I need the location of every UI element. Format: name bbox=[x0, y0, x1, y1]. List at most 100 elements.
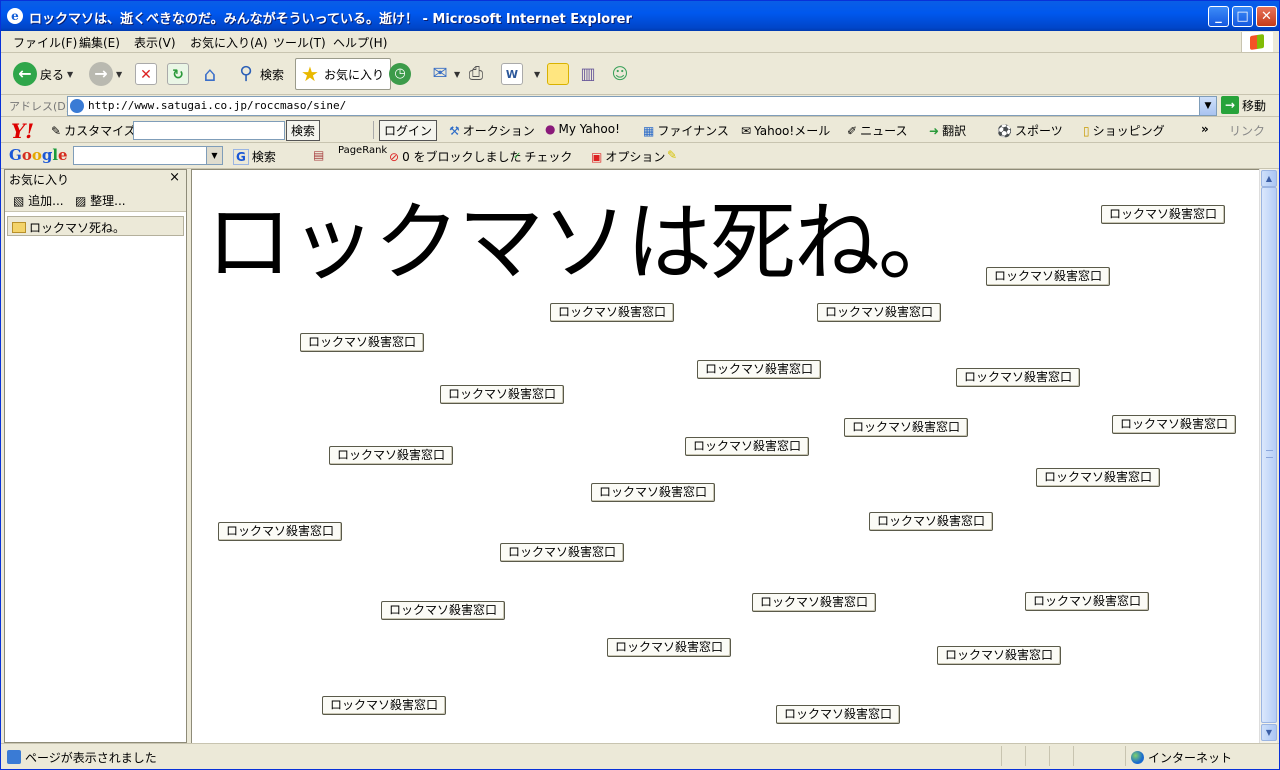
google-toolbar: Google ▼ G 検索 ▤ PageRank ⊘ 0 をブロックしました ✓ チェ… bbox=[1, 143, 1279, 169]
yahoo-login-button[interactable]: ログイン bbox=[379, 120, 438, 141]
kill-counter-button[interactable]: ロックマソ殺害窓口 bbox=[1112, 415, 1236, 434]
kill-counter-button[interactable]: ロックマソ殺害窓口 bbox=[869, 512, 993, 531]
globe-icon bbox=[1131, 751, 1144, 764]
spell-check-button[interactable]: ✓ チェック bbox=[513, 148, 572, 165]
kill-counter-button[interactable]: ロックマソ殺害窓口 bbox=[697, 360, 821, 379]
kill-counter-button[interactable]: ロックマソ殺害窓口 bbox=[817, 303, 941, 322]
popup-blocker[interactable]: ⊘ 0 をブロックしました bbox=[389, 148, 522, 165]
google-logo[interactable]: Google bbox=[9, 146, 68, 164]
yahoo-translate[interactable]: ➜ 翻訳 bbox=[929, 122, 966, 139]
favorites-tools: ▧ 追加... ▨ 整理... bbox=[5, 188, 186, 212]
yahoo-auction[interactable]: ⚒ オークション bbox=[449, 122, 535, 139]
address-input[interactable]: http://www.satugai.co.jp/roccmaso/sine/ … bbox=[67, 96, 1217, 116]
kill-counter-button[interactable]: ロックマソ殺害窓口 bbox=[440, 385, 564, 404]
kill-counter-button[interactable]: ロックマソ殺害窓口 bbox=[1036, 468, 1160, 487]
edit-button[interactable]: W ▼ bbox=[501, 58, 540, 90]
pagerank-indicator[interactable]: PageRank bbox=[338, 145, 387, 156]
menu-view[interactable]: 表示(V) bbox=[134, 34, 176, 51]
kill-counter-button[interactable]: ロックマソ殺害窓口 bbox=[322, 696, 446, 715]
kill-counter-button[interactable]: ロックマソ殺害窓口 bbox=[329, 446, 453, 465]
menu-favorites[interactable]: お気に入り(A) bbox=[190, 34, 268, 51]
refresh-button[interactable]: ↻ bbox=[167, 58, 189, 90]
back-button[interactable]: ← 戻る ▼ bbox=[13, 58, 73, 90]
forward-button[interactable]: → ▼ bbox=[89, 58, 122, 90]
google-options-button[interactable]: ▣ オプション bbox=[591, 148, 665, 165]
kill-counter-button[interactable]: ロックマソ殺害窓口 bbox=[550, 303, 674, 322]
mail-button[interactable]: ✉ ▼ bbox=[429, 58, 460, 90]
scroll-thumb[interactable] bbox=[1261, 187, 1277, 723]
page-content: ロックマソは死ね。 ロックマソ殺害窓口 ロックマソ殺害窓口 ロックマソ殺害窓口 ロック… bbox=[191, 169, 1259, 743]
kill-counter-button[interactable]: ロックマソ殺害窓口 bbox=[1025, 592, 1149, 611]
security-zone[interactable]: インターネット bbox=[1131, 749, 1232, 766]
close-button[interactable]: ✕ bbox=[1256, 6, 1277, 27]
yahoo-news[interactable]: ✐ ニュース bbox=[847, 122, 907, 139]
favorites-close-icon[interactable]: × bbox=[169, 170, 180, 185]
kill-counter-button[interactable]: ロックマソ殺害窓口 bbox=[591, 483, 715, 502]
kill-counter-button[interactable]: ロックマソ殺害窓口 bbox=[218, 522, 342, 541]
organize-favorites-button[interactable]: ▨ 整理... bbox=[75, 192, 126, 209]
kill-counter-button[interactable]: ロックマソ殺害窓口 bbox=[752, 593, 876, 612]
links-label[interactable]: リンク bbox=[1229, 122, 1265, 139]
google-news-button[interactable]: ▤ bbox=[313, 148, 324, 162]
folder-icon bbox=[12, 222, 26, 233]
kill-counter-button[interactable]: ロックマソ殺害窓口 bbox=[956, 368, 1080, 387]
favorite-item[interactable]: ロックマソ死ね。 bbox=[7, 216, 184, 236]
scroll-up-icon[interactable]: ▲ bbox=[1261, 170, 1277, 187]
add-favorite-button[interactable]: ▧ 追加... bbox=[13, 192, 64, 209]
kill-counter-button[interactable]: ロックマソ殺害窓口 bbox=[986, 267, 1110, 286]
kill-counter-button[interactable]: ロックマソ殺害窓口 bbox=[685, 437, 809, 456]
yahoo-logo[interactable]: Y! bbox=[11, 119, 34, 143]
messenger-button[interactable]: ☺ bbox=[609, 58, 631, 90]
yahoo-mail[interactable]: ✉ Yahoo!メール bbox=[741, 122, 830, 139]
kill-counter-button[interactable]: ロックマソ殺害窓口 bbox=[607, 638, 731, 657]
vertical-scrollbar[interactable]: ▲ ▼ bbox=[1259, 169, 1277, 743]
go-button[interactable]: → 移動 bbox=[1221, 96, 1266, 114]
address-dropdown-icon[interactable]: ▼ bbox=[1199, 97, 1216, 115]
kill-counter-button[interactable]: ロックマソ殺害窓口 bbox=[500, 543, 624, 562]
search-button[interactable]: ⚲ 検索 bbox=[235, 58, 284, 90]
kill-counter-button[interactable]: ロックマソ殺害窓口 bbox=[776, 705, 900, 724]
yahoo-mail-label: Yahoo!メール bbox=[754, 124, 831, 138]
menu-file[interactable]: ファイル(F) bbox=[13, 34, 77, 51]
search-icon: ⚲ bbox=[239, 63, 253, 84]
yahoo-customize-button[interactable]: ✎ カスタマイズ bbox=[51, 122, 136, 139]
menu-bar: ファイル(F) 編集(E) 表示(V) お気に入り(A) ツール(T) ヘルプ(… bbox=[1, 31, 1279, 53]
favorites-button[interactable]: ★ お気に入り bbox=[295, 58, 392, 90]
shopping-icon: ▯ bbox=[1083, 123, 1090, 138]
popup-blocker-icon: ⊘ bbox=[389, 149, 400, 164]
back-label: 戻る bbox=[40, 67, 65, 82]
address-url[interactable]: http://www.satugai.co.jp/roccmaso/sine/ bbox=[88, 99, 346, 112]
chevron-down-icon[interactable]: ▼ bbox=[206, 147, 222, 164]
menu-edit[interactable]: 編集(E) bbox=[79, 34, 120, 51]
kill-counter-button[interactable]: ロックマソ殺害窓口 bbox=[844, 418, 968, 437]
google-search-button[interactable]: G 検索 bbox=[233, 148, 276, 165]
scroll-down-icon[interactable]: ▼ bbox=[1261, 724, 1277, 741]
minimize-button[interactable]: _ bbox=[1208, 6, 1229, 27]
kill-counter-button[interactable]: ロックマソ殺害窓口 bbox=[1101, 205, 1225, 224]
menu-tools[interactable]: ツール(T) bbox=[273, 34, 326, 51]
yahoo-shopping[interactable]: ▯ ショッピング bbox=[1083, 122, 1165, 139]
yahoo-sports[interactable]: ⚽ スポーツ bbox=[997, 122, 1063, 139]
yahoo-finance[interactable]: ▦ ファイナンス bbox=[643, 122, 729, 139]
discuss-button[interactable] bbox=[547, 58, 569, 90]
menu-help[interactable]: ヘルプ(H) bbox=[333, 34, 387, 51]
kill-counter-button[interactable]: ロックマソ殺害窓口 bbox=[381, 601, 505, 620]
maximize-button[interactable]: □ bbox=[1232, 6, 1253, 27]
chevron-down-icon: ▼ bbox=[67, 69, 74, 79]
history-button[interactable]: ◷ bbox=[389, 58, 411, 90]
kill-counter-button[interactable]: ロックマソ殺害窓口 bbox=[300, 333, 424, 352]
home-button[interactable]: ⌂ bbox=[199, 58, 221, 90]
stop-button[interactable]: ✕ bbox=[135, 58, 157, 90]
print-button[interactable]: ⎙ bbox=[465, 58, 487, 90]
kill-counter-button[interactable]: ロックマソ殺害窓口 bbox=[937, 646, 1061, 665]
yahoo-my-yahoo[interactable]: ● My Yahoo! bbox=[545, 122, 620, 136]
google-search-input[interactable]: ▼ bbox=[73, 146, 223, 165]
yahoo-search-button[interactable]: 検索 bbox=[286, 120, 321, 141]
address-label: アドレス(D) bbox=[9, 100, 71, 113]
title-bar[interactable]: e ロックマソは、逝くべきなのだ。みんながそういっている。逝け！ - Micro… bbox=[1, 1, 1279, 31]
research-button[interactable]: ▥ bbox=[577, 58, 599, 90]
toolbar-more-button[interactable]: » bbox=[1201, 122, 1209, 136]
yahoo-sports-label: スポーツ bbox=[1014, 124, 1063, 138]
yahoo-search-input[interactable] bbox=[133, 121, 285, 140]
highlight-button[interactable]: ✎ bbox=[667, 148, 677, 162]
